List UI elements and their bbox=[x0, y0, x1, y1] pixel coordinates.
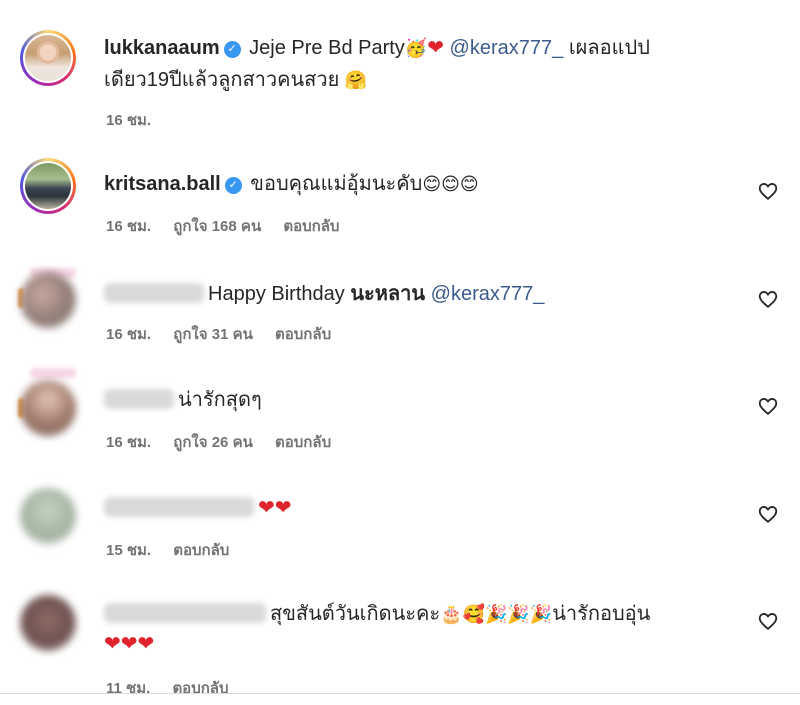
comment-text: น่ารักสุดๆ bbox=[178, 389, 262, 411]
like-count[interactable]: ถูกใจ 26 คน bbox=[173, 434, 253, 451]
comment-text-line: สุขสันต์วันเกิดนะคะ🎂🥰🎉🎉🎉น่ารักอบอุ่น bbox=[104, 600, 650, 628]
like-count[interactable]: ถูกใจ 31 คน bbox=[173, 326, 253, 343]
verified-badge-icon: ✓ bbox=[223, 41, 241, 58]
commenter-avatar[interactable] bbox=[20, 158, 76, 214]
commenter-avatar-blurred[interactable] bbox=[20, 380, 76, 436]
smile-emoji: 😊😊😊 bbox=[422, 174, 479, 194]
mention-link[interactable]: @kerax777_ bbox=[450, 37, 564, 59]
caption-line-2: เดียว19ปีแล้วลูกสาวคนสวย 🤗 bbox=[104, 66, 367, 94]
verified-badge-icon: ✓ bbox=[224, 177, 242, 194]
comment-text-line: kritsana.ball ✓ ขอบคุณแม่อุ้มนะคับ😊😊😊 bbox=[104, 170, 479, 198]
reply-button[interactable]: ตอบกลับ bbox=[173, 542, 229, 559]
caption-line-1: lukkanaaum ✓ Jeje Pre Bd Party🥳❤ @kerax77… bbox=[104, 34, 650, 62]
blurred-username bbox=[104, 603, 266, 623]
commenter-avatar-blurred[interactable] bbox=[20, 272, 76, 328]
comment-text-line-2: ❤❤❤ bbox=[104, 630, 154, 658]
author-username[interactable]: lukkanaaum bbox=[104, 37, 220, 59]
commenter-username[interactable]: kritsana.ball bbox=[104, 173, 221, 195]
bottom-divider bbox=[0, 693, 800, 694]
caption-meta: 16 ชม. bbox=[106, 108, 169, 132]
reply-button[interactable]: ตอบกลับ bbox=[283, 218, 339, 235]
comment-time: 15 ชม. bbox=[106, 542, 152, 559]
comment-text-line: น่ารักสุดๆ bbox=[104, 386, 262, 414]
comment-meta: 16 ชม. ถูกใจ 168 คน ตอบกลับ bbox=[106, 214, 357, 238]
heart-emojis: ❤❤❤ bbox=[104, 633, 155, 655]
comment-text-thai: นะหลาน bbox=[350, 283, 426, 305]
reply-button[interactable]: ตอบกลับ bbox=[275, 326, 331, 343]
heart-outline-icon[interactable] bbox=[757, 503, 779, 525]
blurred-username bbox=[104, 283, 204, 303]
author-avatar[interactable] bbox=[20, 30, 76, 86]
blurred-username bbox=[104, 389, 174, 409]
blurred-story-ring bbox=[30, 368, 76, 378]
blurred-username bbox=[104, 497, 254, 517]
comment-text-end: น่ารักอบอุ่น bbox=[552, 603, 651, 625]
caption-text-line2: เดียว19ปีแล้วลูกสาวคนสวย bbox=[104, 69, 340, 91]
comment-meta: 16 ชม. ถูกใจ 26 คน ตอบกลับ bbox=[106, 430, 349, 454]
reply-button[interactable]: ตอบกลับ bbox=[275, 434, 331, 451]
comment-time: 16 ชม. bbox=[106, 326, 152, 343]
comment-meta: 11 ชม. ตอบกลับ bbox=[106, 676, 247, 700]
party-face-emoji: 🥳 bbox=[404, 38, 428, 58]
heart-outline-icon[interactable] bbox=[757, 180, 779, 202]
caption-text-thai: เผลอแปป bbox=[568, 37, 650, 59]
heart-outline-icon[interactable] bbox=[757, 288, 779, 310]
comment-meta: 16 ชม. ถูกใจ 31 คน ตอบกลับ bbox=[106, 322, 349, 346]
caption-text: Jeje Pre Bd Party bbox=[249, 37, 405, 59]
comment-text: ขอบคุณแม่อุ้มนะคับ bbox=[250, 173, 423, 195]
heart-emojis: ❤❤ bbox=[258, 497, 292, 519]
commenter-avatar-blurred[interactable] bbox=[20, 488, 76, 544]
comment-text: Happy Birthday bbox=[208, 283, 345, 305]
reply-button[interactable]: ตอบกลับ bbox=[172, 680, 228, 697]
comment-text-line: ❤❤ bbox=[104, 494, 292, 522]
mention-link[interactable]: @kerax777_ bbox=[431, 283, 545, 305]
heart-outline-icon[interactable] bbox=[757, 395, 779, 417]
comment-meta: 15 ชม. ตอบกลับ bbox=[106, 538, 247, 562]
comment-time: 16 ชม. bbox=[106, 218, 152, 235]
heart-emoji: ❤ bbox=[427, 37, 444, 59]
comment-time: 11 ชม. bbox=[106, 680, 151, 697]
comment-text: สุขสันต์วันเกิดนะคะ bbox=[270, 603, 441, 625]
comment-time: 16 ชม. bbox=[106, 434, 152, 451]
like-count[interactable]: ถูกใจ 168 คน bbox=[173, 218, 261, 235]
cake-party-emojis: 🎂🥰🎉🎉🎉 bbox=[440, 604, 553, 624]
hugging-face-emoji: 🤗 bbox=[344, 70, 368, 90]
heart-outline-icon[interactable] bbox=[757, 610, 779, 632]
post-time: 16 ชม. bbox=[106, 112, 152, 129]
commenter-avatar-blurred[interactable] bbox=[20, 595, 76, 651]
comment-text-line: Happy Birthday นะหลาน @kerax777_ bbox=[104, 280, 544, 308]
